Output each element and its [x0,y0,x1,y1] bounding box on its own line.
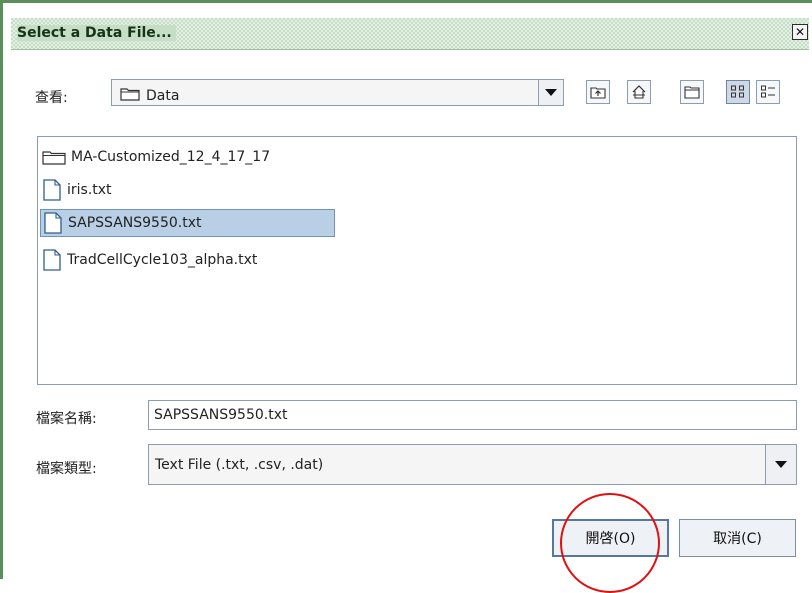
file-list-item[interactable]: TradCellCycle103_alpha.txt [40,246,265,274]
dialog-title: Select a Data File... [17,25,176,41]
folder-icon [42,151,66,165]
new-folder-icon [684,86,700,99]
up-one-level-icon [590,87,606,99]
cancel-button-label: 取消(C) [713,531,762,547]
file-name: SAPSSANS9550.txt [68,215,202,231]
file-list-item[interactable]: SAPSSANS9550.txt [40,209,335,237]
chevron-down-icon [775,461,787,468]
chevron-down-icon [545,89,557,96]
look-in-dropdown-button[interactable] [538,80,563,105]
new-folder-button[interactable] [680,80,704,104]
details-view-button[interactable] [756,80,780,104]
file-list-item[interactable]: iris.txt [40,176,120,204]
details-view-icon [761,85,775,98]
file-name: TradCellCycle103_alpha.txt [67,252,258,268]
document-icon [43,179,61,201]
open-button[interactable]: 開啓(O) [552,519,669,557]
dialog-window: Select a Data File... ✕ 查看: Data MA-Cust… [0,0,812,593]
title-bar[interactable]: Select a Data File... ✕ [11,18,809,50]
list-view-icon [731,85,744,98]
file-name: MA-Customized_12_4_17_17 [71,149,271,165]
list-view-button[interactable] [726,80,750,104]
cancel-button[interactable]: 取消(C) [679,519,796,557]
close-button[interactable]: ✕ [792,24,808,40]
file-list-item[interactable]: MA-Customized_12_4_17_17 [40,143,278,171]
file-name-field[interactable] [148,400,797,430]
look-in-value: Data [146,88,180,104]
home-button[interactable] [627,80,651,104]
up-one-level-button[interactable] [586,80,610,104]
close-icon: ✕ [794,25,806,39]
file-list[interactable]: MA-Customized_12_4_17_17 iris.txt SAPSSA… [37,136,797,385]
document-icon [44,212,62,234]
home-icon [632,85,646,99]
file-name-label: 檔案名稱: [36,411,97,427]
file-type-dropdown-button[interactable] [765,445,796,484]
folder-icon [120,88,140,101]
file-name-input[interactable] [149,401,796,429]
file-type-combo[interactable]: Text File (.txt, .csv, .dat) [148,444,797,485]
look-in-label: 查看: [35,90,68,106]
document-icon [43,249,61,271]
open-button-label: 開啓(O) [585,531,636,547]
file-name: iris.txt [67,182,112,198]
look-in-combo[interactable]: Data [111,79,564,106]
file-type-label: 檔案類型: [36,461,97,477]
file-type-value: Text File (.txt, .csv, .dat) [155,457,324,473]
